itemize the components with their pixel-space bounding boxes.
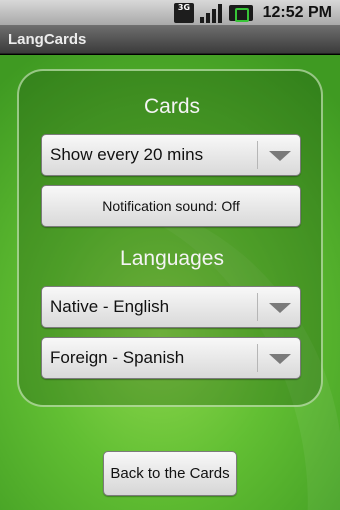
cards-heading: Cards <box>143 95 201 118</box>
status-bar: 3G 12:52 PM <box>0 0 340 26</box>
status-time: 12:52 PM <box>262 4 332 21</box>
native-language-spinner[interactable]: Native - English <box>41 286 301 328</box>
back-to-cards-label: Back to the Cards <box>110 465 230 482</box>
dropdown-arrow-icon <box>269 303 291 313</box>
notification-sound-label: Notification sound: Off <box>102 198 240 214</box>
app-title-bar: LangCards <box>0 26 340 54</box>
settings-screen: Cards Show every 20 mins Notification so… <box>0 55 340 510</box>
languages-heading: Languages <box>120 247 224 270</box>
dropdown-arrow-icon <box>269 151 291 161</box>
foreign-language-value: Foreign - Spanish <box>50 348 185 367</box>
dropdown-arrow-icon <box>269 354 291 364</box>
spinner-divider <box>257 141 258 169</box>
spinner-divider <box>257 293 258 321</box>
signal-icon <box>200 3 222 23</box>
card-interval-value: Show every 20 mins <box>50 145 204 164</box>
3g-icon: 3G <box>174 3 194 23</box>
foreign-language-spinner[interactable]: Foreign - Spanish <box>41 337 301 379</box>
spinner-divider <box>257 344 258 372</box>
native-language-value: Native - English <box>50 297 170 316</box>
battery-charging-icon <box>229 5 253 22</box>
notification-sound-button[interactable]: Notification sound: Off <box>41 185 301 227</box>
app-title: LangCards <box>8 31 87 48</box>
settings-panel: Cards Show every 20 mins Notification so… <box>17 69 323 407</box>
card-interval-spinner[interactable]: Show every 20 mins <box>41 134 301 176</box>
back-to-cards-button[interactable]: Back to the Cards <box>103 451 237 496</box>
